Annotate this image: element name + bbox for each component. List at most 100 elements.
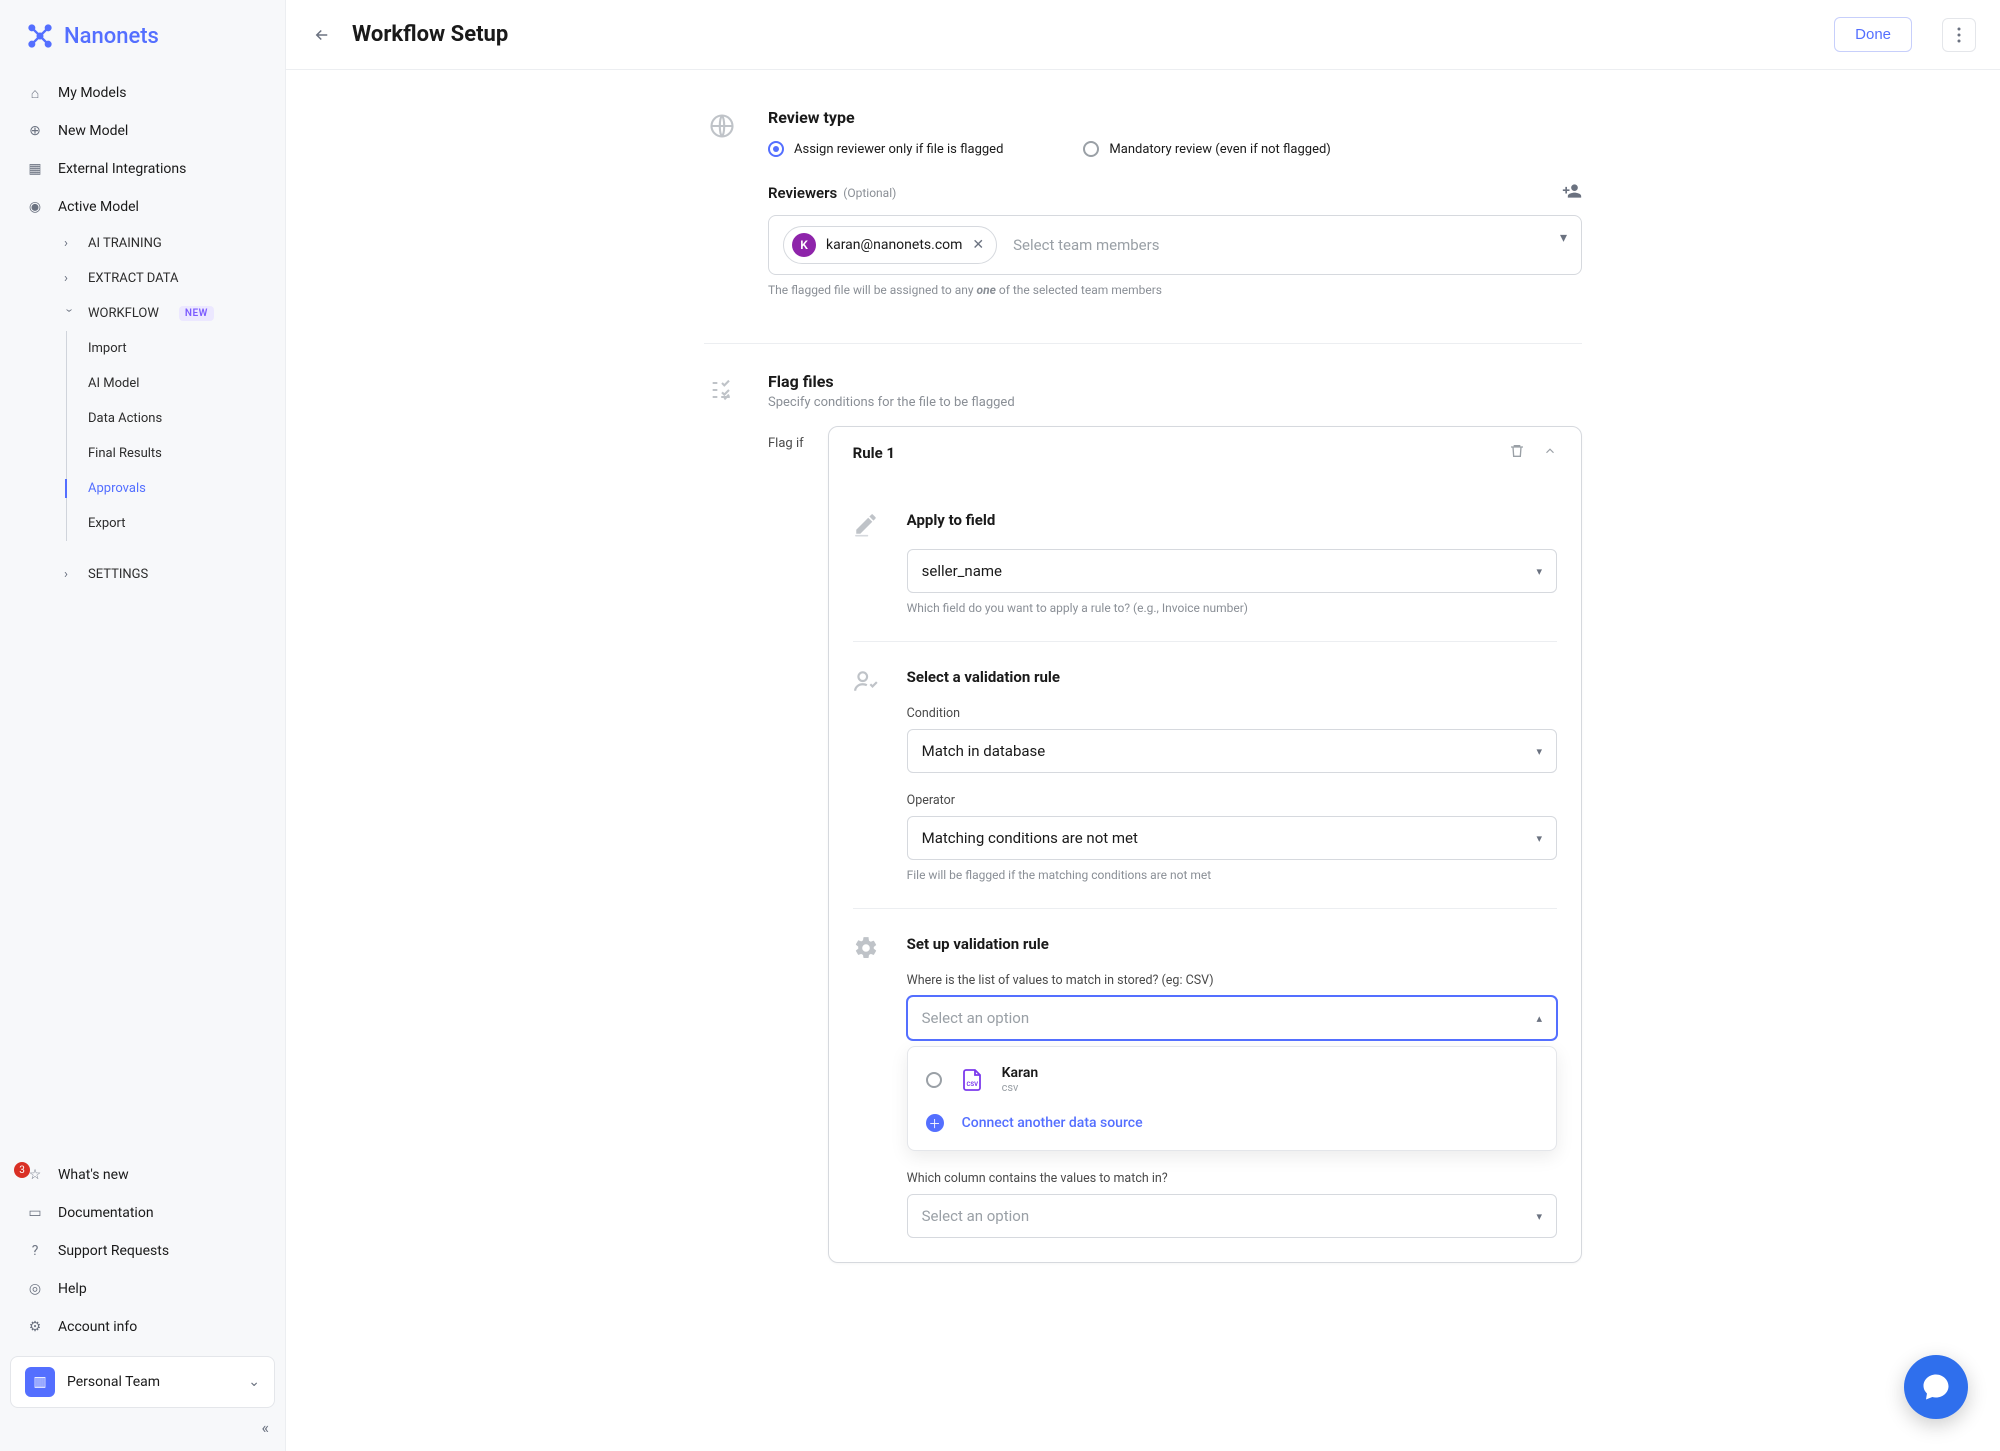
select-value: Match in database: [922, 742, 1046, 760]
field-select[interactable]: seller_name ▾: [907, 549, 1557, 593]
nav-label: Active Model: [58, 199, 139, 215]
option-name: Karan: [1002, 1065, 1039, 1081]
chevron-down-icon: ›: [62, 309, 77, 319]
topbar: Workflow Setup Done: [286, 0, 2000, 70]
chevron-down-icon[interactable]: ▾: [1560, 230, 1567, 246]
arrow-left-icon: [313, 26, 331, 44]
subnav-extract-data[interactable]: › EXTRACT DATA: [0, 261, 285, 296]
subnav-label: AI TRAINING: [88, 236, 162, 251]
radio-flagged-only[interactable]: Assign reviewer only if file is flagged: [768, 141, 1003, 157]
data-source-select[interactable]: Select an option ▴: [907, 996, 1557, 1040]
check-circle-icon: ◉: [26, 198, 44, 216]
link-account[interactable]: ⚙ Account info: [0, 1308, 285, 1346]
section-title: Review type: [768, 108, 1582, 127]
reviewers-header: Reviewers (Optional): [768, 181, 1582, 205]
field-label: Which column contains the values to matc…: [907, 1171, 1557, 1186]
wf-step-ai-model[interactable]: AI Model: [0, 366, 285, 401]
rule-title: Rule 1: [853, 444, 895, 462]
data-source-dropdown: CSV Karan csv ＋: [907, 1046, 1557, 1151]
home-icon: ⌂: [26, 84, 44, 102]
nav-my-models[interactable]: ⌂ My Models: [0, 74, 285, 112]
new-badge: NEW: [179, 306, 214, 321]
block-title: Select a validation rule: [907, 668, 1557, 686]
nanonets-logo-icon: [26, 22, 54, 50]
back-button[interactable]: [310, 23, 334, 47]
column-select[interactable]: Select an option ▾: [907, 1194, 1557, 1238]
bottom-label: Support Requests: [58, 1243, 169, 1259]
delete-rule-button[interactable]: [1509, 443, 1525, 463]
sidebar: Nanonets ⌂ My Models ⊕ New Model ▦ Exter…: [0, 0, 286, 1451]
flag-if-label: Flag if: [768, 426, 804, 1263]
sidebar-nav: ⌂ My Models ⊕ New Model ▦ External Integ…: [0, 68, 285, 1148]
chevron-down-icon: ▾: [1536, 1210, 1542, 1223]
bottom-label: What's new: [58, 1167, 129, 1183]
panel: Review type Assign reviewer only if file…: [704, 100, 1582, 1391]
wf-step-import[interactable]: Import: [0, 331, 285, 366]
rule-body: Apply to field seller_name ▾ Which field…: [829, 479, 1581, 1262]
chevron-down-icon: ▾: [1536, 565, 1542, 578]
nav-active-model[interactable]: ◉ Active Model: [0, 188, 285, 226]
wf-label: Approvals: [88, 481, 146, 496]
wf-step-export[interactable]: Export: [0, 506, 285, 541]
rule-card: Rule 1: [828, 426, 1582, 1263]
dropdown-option-karan-csv[interactable]: CSV Karan csv: [908, 1055, 1556, 1104]
bottom-label: Help: [58, 1281, 87, 1297]
subnav-label: WORKFLOW: [88, 306, 159, 321]
reviewers-placeholder: Select team members: [1013, 236, 1159, 254]
divider: [704, 343, 1582, 344]
link-help[interactable]: ◎ Help: [0, 1270, 285, 1308]
reviewers-select[interactable]: K karan@nanonets.com ✕ Select team membe…: [768, 215, 1582, 275]
add-reviewer-button[interactable]: [1562, 181, 1582, 205]
connect-data-source-link[interactable]: ＋ Connect another data source: [908, 1104, 1556, 1142]
done-button[interactable]: Done: [1834, 17, 1912, 52]
rule-wrap: Flag if Rule 1: [768, 426, 1582, 1263]
sidebar-bottom: 3 ☆ What's new ▭ Documentation ? Support…: [0, 1148, 285, 1451]
subnav-ai-training[interactable]: › AI TRAINING: [0, 226, 285, 261]
content: Review type Assign reviewer only if file…: [286, 70, 2000, 1451]
link-support[interactable]: ? Support Requests: [0, 1232, 285, 1270]
brand-logo[interactable]: Nanonets: [0, 0, 285, 68]
chevron-right-icon: ›: [64, 567, 74, 582]
subnav-settings[interactable]: › SETTINGS: [0, 557, 285, 592]
subnav-workflow[interactable]: › WORKFLOW NEW: [0, 296, 285, 331]
hint-text: File will be flagged if the matching con…: [907, 868, 1557, 882]
team-switcher[interactable]: ▥ Personal Team ⌄: [10, 1356, 275, 1408]
field-label: Where is the list of values to match in …: [907, 973, 1557, 988]
reviewers-label: Reviewers: [768, 184, 837, 202]
condition-select[interactable]: Match in database ▾: [907, 729, 1557, 773]
select-value: seller_name: [922, 562, 1002, 580]
chip-remove-button[interactable]: ✕: [972, 237, 984, 253]
life-buoy-icon: ◎: [26, 1280, 44, 1298]
wf-step-final-results[interactable]: Final Results: [0, 436, 285, 471]
overflow-menu-button[interactable]: [1942, 18, 1976, 52]
hint-text: Which field do you want to apply a rule …: [907, 601, 1557, 615]
block-title: Set up validation rule: [907, 935, 1557, 953]
page-title: Workflow Setup: [352, 22, 508, 47]
section-subtitle: Specify conditions for the file to be fl…: [768, 395, 1582, 410]
chat-widget-button[interactable]: [1904, 1355, 1968, 1419]
optional-label: (Optional): [843, 186, 896, 200]
wf-step-data-actions[interactable]: Data Actions: [0, 401, 285, 436]
collapse-sidebar-button[interactable]: «: [0, 1412, 285, 1437]
field-label: Operator: [907, 793, 1557, 808]
radio-mandatory[interactable]: Mandatory review (even if not flagged): [1083, 141, 1330, 157]
link-documentation[interactable]: ▭ Documentation: [0, 1194, 285, 1232]
block-validation-rule: Select a validation rule Condition Match…: [853, 642, 1557, 909]
collapse-rule-button[interactable]: [1543, 444, 1557, 462]
link-whats-new[interactable]: 3 ☆ What's new: [0, 1156, 285, 1194]
wf-label: AI Model: [88, 376, 139, 391]
globe-icon: [704, 108, 740, 144]
nav-integrations[interactable]: ▦ External Integrations: [0, 150, 285, 188]
plus-circle-icon: ⊕: [26, 122, 44, 140]
svg-text:CSV: CSV: [966, 1081, 978, 1088]
block-title: Apply to field: [907, 511, 1557, 529]
rule-header: Rule 1: [829, 427, 1581, 479]
radio-dot: [1083, 141, 1099, 157]
field-label: Condition: [907, 706, 1557, 721]
nav-new-model[interactable]: ⊕ New Model: [0, 112, 285, 150]
option-subtype: csv: [1002, 1081, 1039, 1094]
block-setup-validation: Set up validation rule Where is the list…: [853, 909, 1557, 1238]
wf-step-approvals[interactable]: Approvals: [0, 471, 285, 506]
operator-select[interactable]: Matching conditions are not met ▾: [907, 816, 1557, 860]
select-placeholder: Select an option: [922, 1207, 1029, 1225]
